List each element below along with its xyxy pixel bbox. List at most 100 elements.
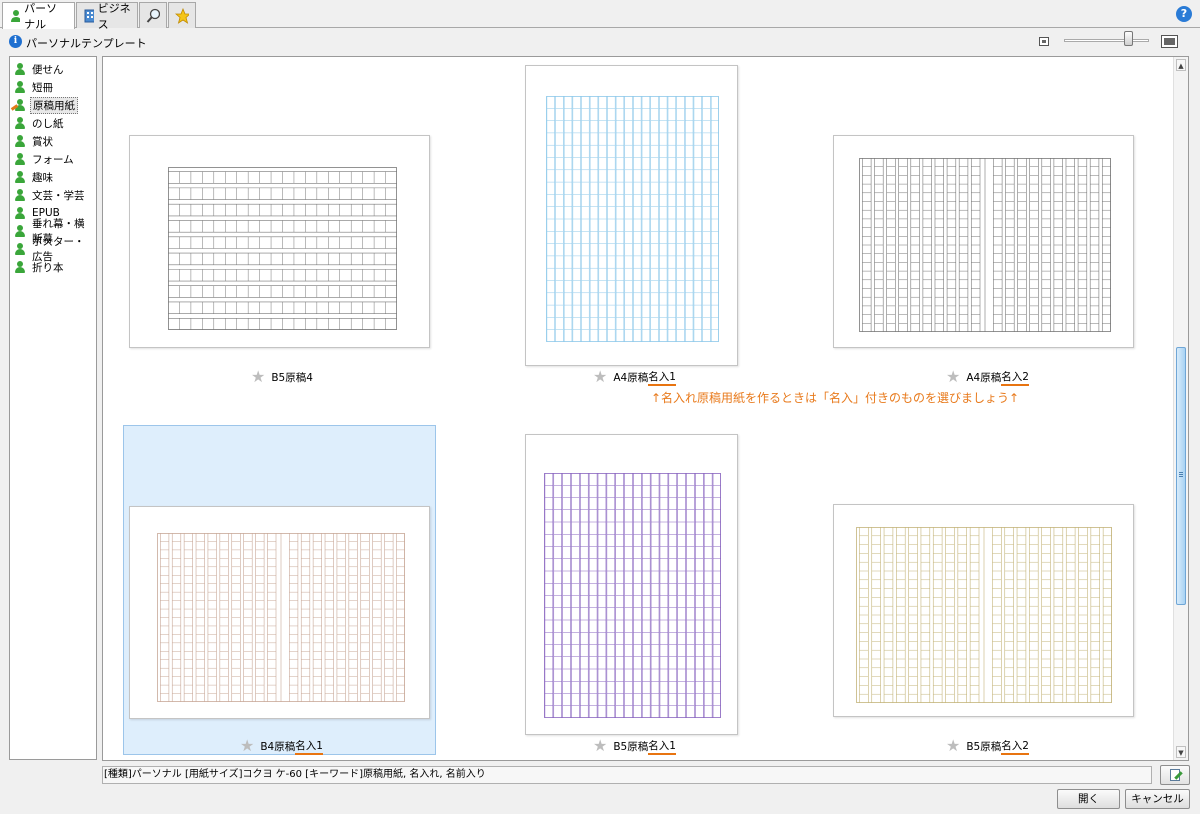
template-caption[interactable]: ★ B5原稿 名入1 (593, 737, 676, 755)
manuscript-grid (859, 158, 1112, 332)
help-icon[interactable]: ? (1176, 6, 1192, 22)
person-icon (13, 170, 27, 184)
favorites-star-icon (175, 7, 189, 24)
info-icon: i (9, 35, 22, 48)
sidebar-item-noshi[interactable]: のし紙 (10, 114, 96, 132)
grid-lines (859, 158, 1112, 332)
tab-business[interactable]: ビジネス (76, 2, 138, 31)
sidebar-item-label: 文芸・学芸 (32, 189, 85, 202)
template-name-highlight: 名入1 (648, 738, 676, 755)
sidebar-item-genkou[interactable]: 原稿用紙 (10, 96, 96, 114)
person-icon (13, 80, 27, 94)
sidebar-item-form[interactable]: フォーム (10, 150, 96, 168)
sidebar-item-label: 趣味 (32, 171, 53, 184)
person-icon (13, 260, 27, 274)
template-caption[interactable]: ★ A4原稿 名入1 (593, 368, 676, 386)
page-title: パーソナルテンプレート (26, 37, 147, 50)
sidebar-item-label: 折り本 (32, 261, 64, 274)
template-thumbnail-a4-name2[interactable] (833, 135, 1134, 348)
sidebar-item-poster[interactable]: ポスター・広告 (10, 236, 96, 263)
sidebar-item-label: フォーム (32, 153, 74, 166)
template-thumbnail-b4-name1[interactable] (129, 506, 430, 719)
favorite-star-icon[interactable]: ★ (593, 738, 607, 754)
sidebar-item-label: 賞状 (32, 135, 53, 148)
status-bar: [種類]パーソナル [用紙サイズ]コクヨ ケ-60 [キーワード]原稿用紙, 名… (102, 766, 1152, 784)
building-icon (84, 9, 94, 22)
sidebar-item-label: のし紙 (32, 117, 64, 130)
template-thumbnail-b5-name1[interactable] (525, 434, 738, 735)
grid-lines (544, 473, 722, 718)
template-thumbnail-a4-name1[interactable] (525, 65, 738, 366)
tab-search[interactable] (139, 2, 167, 28)
person-icon (13, 116, 27, 130)
scroll-down-arrow-icon[interactable]: ▼ (1176, 746, 1186, 758)
person-icon (13, 62, 27, 76)
tab-personal[interactable]: パーソナル (2, 2, 75, 31)
template-name-highlight: 名入1 (648, 369, 676, 386)
manuscript-grid (856, 527, 1113, 703)
template-caption[interactable]: ★ B5原稿 名入2 (946, 737, 1029, 755)
category-sidebar: 便せん 短冊 原稿用紙 のし紙 賞状 フォーム 趣味 文芸・学芸 EPUB 垂れ… (9, 56, 97, 760)
tab-label: パーソナル (24, 2, 58, 31)
scrollbar-thumb[interactable] (1176, 347, 1186, 605)
manuscript-grid (544, 473, 722, 718)
favorite-star-icon[interactable]: ★ (946, 738, 960, 754)
person-icon (13, 188, 27, 202)
favorite-star-icon[interactable]: ★ (946, 369, 960, 385)
zoom-slider-thumb[interactable] (1123, 31, 1133, 46)
annotation-note: ↑名入れ原稿用紙を作るときは「名入」付きのものを選びましょう↑ (651, 391, 1020, 405)
template-name-prefix: A4原稿 (966, 371, 1002, 384)
sidebar-item-label: 原稿用紙 (30, 96, 78, 114)
vertical-scrollbar[interactable]: ▲ ▼ (1173, 57, 1188, 760)
person-icon (13, 152, 27, 166)
sidebar-item-binsen[interactable]: 便せん (10, 60, 96, 78)
sidebar-item-shoujou[interactable]: 賞状 (10, 132, 96, 150)
person-icon (13, 206, 27, 220)
sidebar-item-bungei[interactable]: 文芸・学芸 (10, 186, 96, 204)
template-caption[interactable]: ★ A4原稿 名入2 (946, 368, 1029, 386)
grid-lines (546, 96, 720, 342)
zoom-small-icon[interactable] (1039, 37, 1049, 46)
sidebar-item-label: 短冊 (32, 81, 53, 94)
grid-lines (856, 527, 1113, 703)
template-caption[interactable]: ★ B4原稿 名入1 (240, 737, 323, 755)
template-name-highlight: 名入2 (1001, 369, 1029, 386)
template-name: B5原稿4 (271, 371, 313, 384)
scroll-up-arrow-icon[interactable]: ▲ (1176, 59, 1186, 71)
tab-label: ビジネス (97, 1, 131, 31)
template-name-highlight: 名入1 (295, 738, 323, 755)
template-name-highlight: 名入2 (1001, 738, 1029, 755)
person-edit-icon (10, 98, 27, 112)
template-name-prefix: B5原稿 (966, 740, 1002, 753)
sidebar-item-label: 便せん (32, 63, 64, 76)
sidebar-item-tanzaku[interactable]: 短冊 (10, 78, 96, 96)
sidebar-item-shumi[interactable]: 趣味 (10, 168, 96, 186)
favorite-star-icon[interactable]: ★ (240, 738, 254, 754)
template-name-prefix: B4原稿 (260, 740, 296, 753)
person-icon (11, 10, 21, 22)
manuscript-grid (168, 167, 397, 331)
grip-icon (1179, 472, 1183, 473)
open-button[interactable]: 開く (1057, 789, 1120, 809)
template-caption[interactable]: ★ B5原稿4 (251, 368, 313, 386)
person-icon (13, 134, 27, 148)
favorite-star-icon[interactable]: ★ (593, 369, 607, 385)
template-thumbnail-b5-4[interactable] (129, 135, 430, 348)
tab-bar: パーソナル ビジネス ? (0, 0, 1200, 31)
zoom-large-icon[interactable] (1161, 35, 1178, 48)
search-icon (146, 8, 160, 23)
template-thumbnail-b5-name2[interactable] (833, 504, 1134, 717)
tab-favorites[interactable] (168, 2, 196, 28)
person-icon (13, 224, 27, 238)
manuscript-grid (546, 96, 720, 342)
manuscript-grid (157, 533, 406, 702)
template-name-prefix: A4原稿 (613, 371, 649, 384)
cancel-button[interactable]: キャンセル (1125, 789, 1190, 809)
zoom-slider[interactable] (1064, 39, 1149, 42)
grid-lines (157, 533, 406, 702)
person-icon (13, 242, 27, 256)
favorite-star-icon[interactable]: ★ (251, 369, 265, 385)
edit-template-button[interactable] (1160, 765, 1190, 785)
grid-lines (168, 167, 397, 331)
template-name-prefix: B5原稿 (613, 740, 649, 753)
